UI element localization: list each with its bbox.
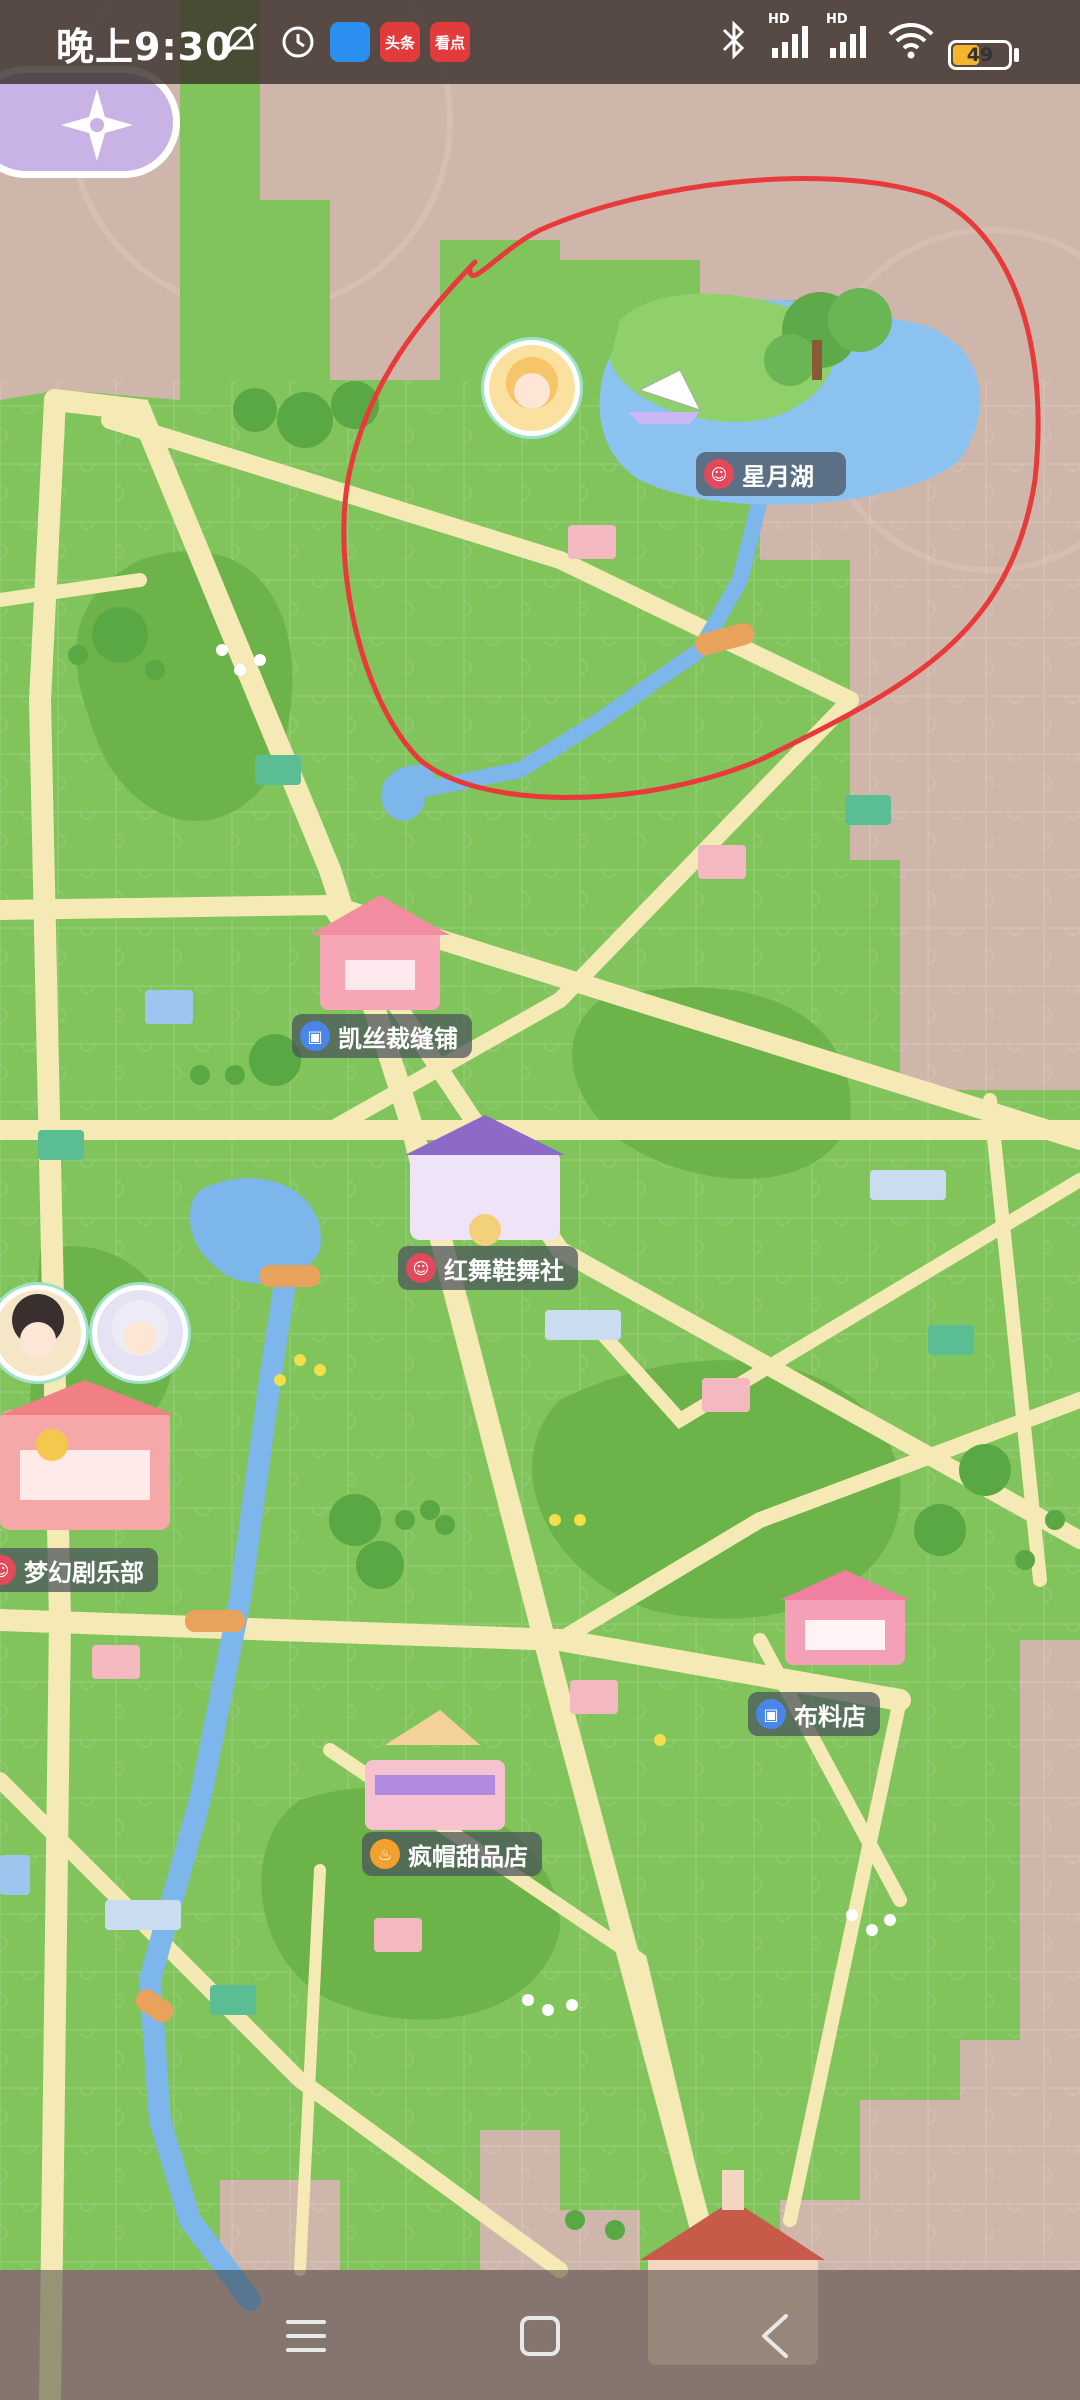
- place-label-fengmao[interactable]: ♨ 疯帽甜品店: [362, 1832, 542, 1876]
- mute-icon: [222, 22, 258, 58]
- place-label-buliao[interactable]: ▣ 布料店: [748, 1692, 880, 1736]
- place-label-menghuan[interactable]: ☺ 梦幻剧乐部: [0, 1548, 158, 1592]
- signal-icon-1: [772, 26, 808, 58]
- signal-icon-2: [830, 26, 866, 58]
- menu-icon[interactable]: [278, 2308, 334, 2364]
- bluetooth-icon: [722, 20, 745, 60]
- player-avatar-silver[interactable]: [92, 1285, 188, 1381]
- status-bar: 晚上9:30 头条 看点 HD HD 49: [0, 0, 1080, 84]
- player-avatar-blonde[interactable]: [484, 340, 580, 436]
- kandian-app-icon: 看点: [430, 22, 470, 62]
- system-nav-bar: [0, 2270, 1080, 2400]
- status-time: 晚上9:30: [56, 25, 233, 69]
- shopping-bag-icon: ▣: [756, 1699, 786, 1729]
- theatre-mask-icon: ☺: [704, 459, 734, 489]
- alarm-icon: [282, 26, 314, 58]
- place-label-hongwuxie[interactable]: ☺ 红舞鞋舞社: [398, 1246, 578, 1290]
- home-icon[interactable]: [512, 2308, 568, 2364]
- shopping-bag-icon: ▣: [300, 1021, 330, 1051]
- battery-level: 49: [966, 44, 994, 66]
- back-icon[interactable]: [748, 2308, 804, 2364]
- battery-icon: 49: [948, 40, 1012, 70]
- place-label-xingyuehu[interactable]: ☺ 星月湖: [696, 452, 846, 496]
- theatre-mask-icon: ☺: [406, 1253, 436, 1283]
- toutiao-app-icon: 头条: [380, 22, 420, 62]
- compass-star-icon: [61, 89, 133, 161]
- game-map-screen: ☺ 星月湖 ▣ 凯丝裁缝铺 ☺ 红舞鞋舞社 ☺ 梦幻剧乐部 ▣ 布料店 ♨ 疯帽…: [0, 0, 1080, 2400]
- theatre-mask-icon: ☺: [0, 1555, 16, 1585]
- place-label-kaisi[interactable]: ▣ 凯丝裁缝铺: [292, 1014, 472, 1058]
- fork-spoon-icon: ♨: [370, 1839, 400, 1869]
- wifi-icon: [888, 23, 934, 59]
- blue-app-icon: [330, 22, 370, 62]
